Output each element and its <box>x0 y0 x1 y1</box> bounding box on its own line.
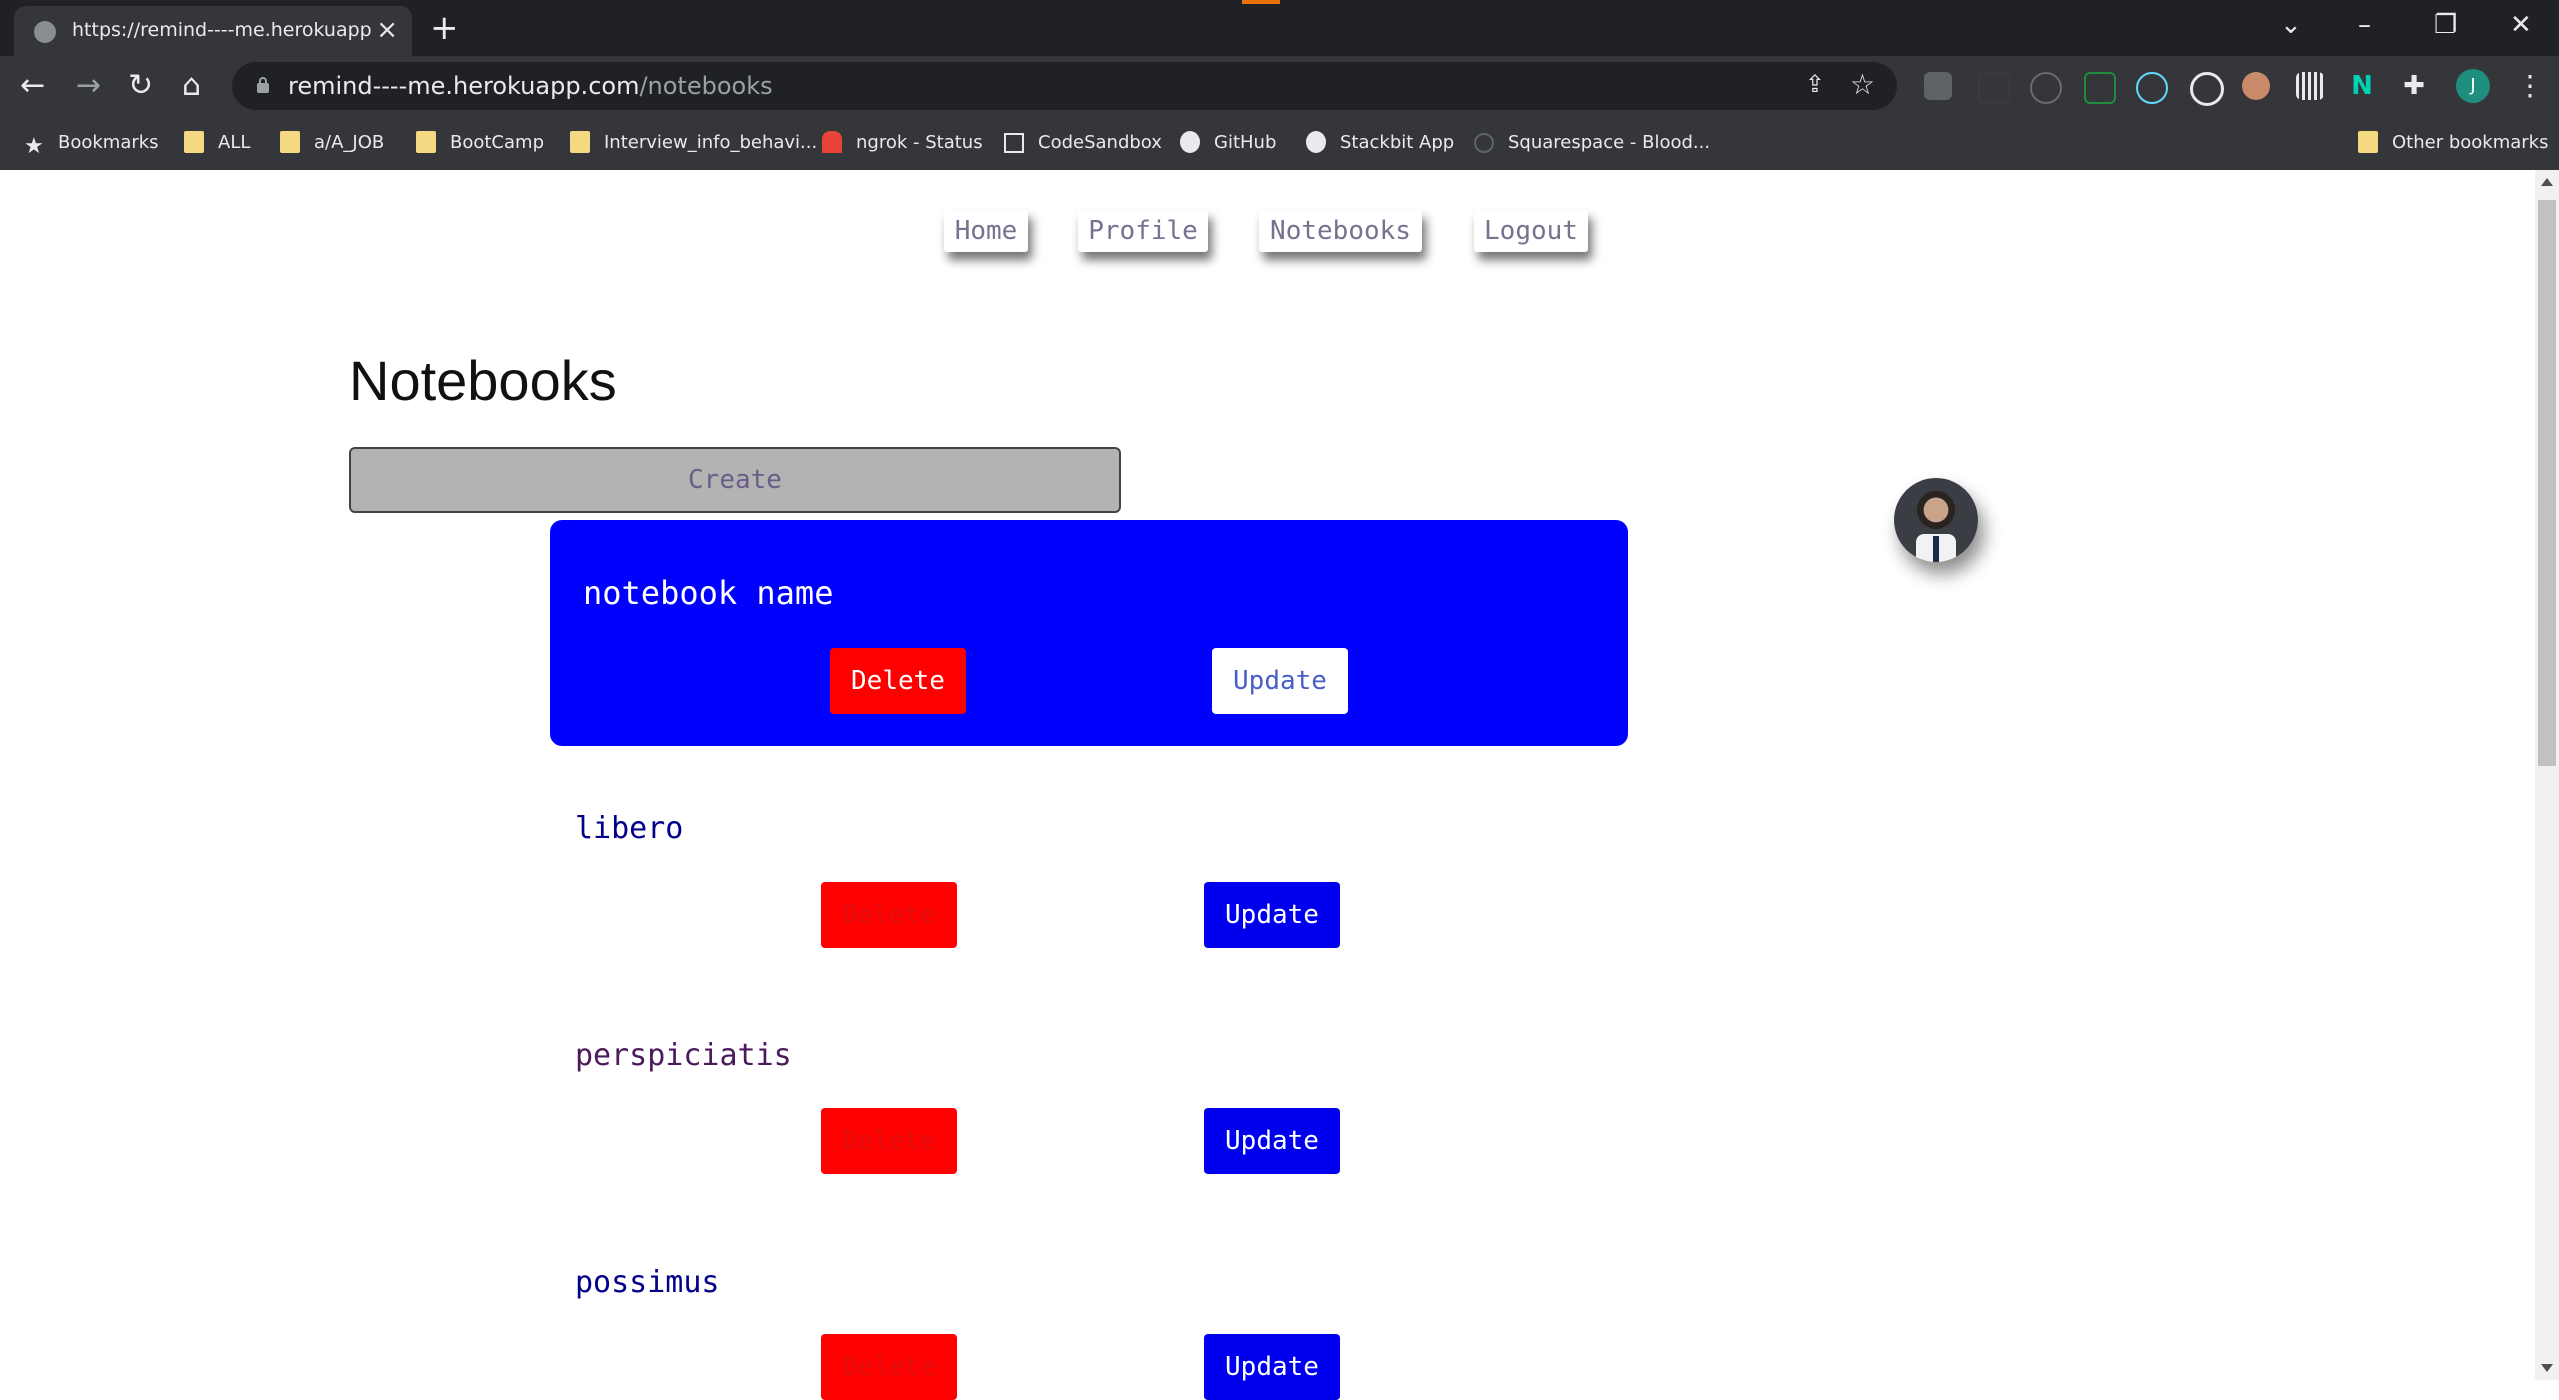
bookmark-label: ALL <box>218 132 251 153</box>
bookmark-label: Squarespace - Blood... <box>1508 132 1711 153</box>
bookmark-label: Bookmarks <box>58 132 159 153</box>
scrollbar-thumb[interactable] <box>2538 200 2556 766</box>
bookmark-item[interactable]: GitHub <box>1180 128 1276 158</box>
lock-icon <box>257 77 269 93</box>
bookmark-star-icon[interactable]: ☆ <box>1850 68 1875 101</box>
folder-icon <box>570 131 590 153</box>
bookmark-label: Stackbit App <box>1340 132 1455 153</box>
tab-strip: https://remind----me.herokuapp.com × + ⌄… <box>0 0 2559 56</box>
extension-icon[interactable] <box>2296 72 2324 100</box>
menu-icon[interactable]: ⋮ <box>2516 66 2544 106</box>
page-content: Home Profile Notebooks Logout Notebooks … <box>0 170 2535 1400</box>
delete-button[interactable]: Delete <box>830 648 966 714</box>
close-window-button[interactable]: ✕ <box>2510 8 2532 42</box>
bookmark-label: a/A_JOB <box>314 132 385 153</box>
nav-profile[interactable]: Profile <box>1078 210 1208 252</box>
notebook-name[interactable]: possimus <box>575 1265 720 1300</box>
bookmark-item[interactable]: Interview_info_behavi... <box>570 128 817 158</box>
other-bookmarks[interactable]: Other bookmarks <box>2358 128 2548 158</box>
extension-icon[interactable] <box>2084 72 2116 104</box>
share-icon[interactable]: ⇪ <box>1805 70 1825 98</box>
forward-button[interactable]: → <box>76 66 101 106</box>
folder-icon <box>416 131 436 153</box>
browser-toolbar: ← → ↻ ⌂ remind----me.herokuapp.com/noteb… <box>0 56 2559 116</box>
notebook-name[interactable]: perspiciatis <box>575 1038 792 1073</box>
address-bar[interactable]: remind----me.herokuapp.com/notebooks ⇪ ☆ <box>232 62 1897 110</box>
new-tab-button[interactable]: + <box>430 8 459 48</box>
ngrok-icon <box>822 131 842 153</box>
star-icon: ★ <box>24 134 44 159</box>
squarespace-icon <box>1474 133 1494 153</box>
nav-home[interactable]: Home <box>944 210 1028 252</box>
new-notebook-name: notebook name <box>583 574 834 612</box>
delete-button[interactable]: Delete <box>821 882 957 948</box>
back-button[interactable]: ← <box>20 66 45 106</box>
react-devtools-icon[interactable] <box>2136 72 2168 104</box>
github-icon <box>1180 131 1200 153</box>
browser-chrome: https://remind----me.herokuapp.com × + ⌄… <box>0 0 2559 171</box>
puzzle-icon[interactable]: ✚ <box>2400 72 2428 100</box>
delete-button[interactable]: Delete <box>821 1108 957 1174</box>
scroll-up-arrow-icon[interactable] <box>2541 178 2553 186</box>
folder-icon <box>184 131 204 153</box>
bookmark-label: ngrok - Status <box>856 132 983 153</box>
bookmark-label: BootCamp <box>450 132 544 153</box>
scrollbar[interactable] <box>2535 170 2559 1380</box>
extension-icon[interactable]: N <box>2348 72 2376 100</box>
update-button[interactable]: Update <box>1204 1108 1340 1174</box>
bookmark-item[interactable]: ngrok - Status <box>822 128 983 158</box>
folder-icon <box>2358 131 2378 153</box>
bookmark-label: Interview_info_behavi... <box>604 132 818 153</box>
nav-notebooks[interactable]: Notebooks <box>1259 210 1422 252</box>
tab-title: https://remind----me.herokuapp.com <box>72 19 372 41</box>
codesandbox-icon <box>1004 133 1024 153</box>
bookmark-item[interactable]: BootCamp <box>416 128 544 158</box>
bookmark-item[interactable]: CodeSandbox <box>1004 128 1162 158</box>
nav-logout[interactable]: Logout <box>1474 210 1588 252</box>
extension-icon[interactable] <box>1924 72 1952 100</box>
scroll-down-arrow-icon[interactable] <box>2541 1364 2553 1372</box>
reload-button[interactable]: ↻ <box>128 66 153 106</box>
close-tab-icon[interactable]: × <box>376 15 398 45</box>
restore-button[interactable]: ❐ <box>2434 8 2457 42</box>
url-text: remind----me.herokuapp.com/notebooks <box>288 72 773 100</box>
bookmark-item[interactable]: a/A_JOB <box>280 128 384 158</box>
bookmark-item[interactable]: ALL <box>184 128 250 158</box>
extension-icon[interactable] <box>2030 72 2062 104</box>
delete-button[interactable]: Delete <box>821 1334 957 1400</box>
browser-tab[interactable]: https://remind----me.herokuapp.com × <box>14 6 412 56</box>
folder-icon <box>280 131 300 153</box>
bookmark-item[interactable]: Stackbit App <box>1306 128 1454 158</box>
page-title: Notebooks <box>349 349 617 412</box>
update-button[interactable]: Update <box>1212 648 1348 714</box>
bookmark-item[interactable]: Squarespace - Blood... <box>1474 128 1710 158</box>
minimize-button[interactable]: – <box>2358 8 2371 42</box>
extension-icon[interactable] <box>2242 72 2270 100</box>
extension-icon[interactable] <box>2190 72 2224 106</box>
bookmarks-bar: ★ Bookmarks ALL a/A_JOB BootCamp Intervie… <box>0 116 2559 171</box>
url-path: /notebooks <box>639 72 773 100</box>
bookmark-label: Other bookmarks <box>2392 132 2549 153</box>
bookmark-item[interactable]: ★ Bookmarks <box>24 128 159 158</box>
update-button[interactable]: Update <box>1204 1334 1340 1400</box>
bookmark-label: CodeSandbox <box>1038 132 1162 153</box>
create-button[interactable]: Create <box>349 447 1121 513</box>
update-button[interactable]: Update <box>1204 882 1340 948</box>
new-notebook-card: notebook name Delete Update <box>550 520 1628 746</box>
tab-indicator <box>1242 0 1280 4</box>
bookmark-label: GitHub <box>1214 132 1277 153</box>
avatar-tie <box>1933 536 1939 562</box>
globe-icon <box>34 21 56 43</box>
stackbit-icon <box>1306 131 1326 153</box>
url-host: remind----me.herokuapp.com <box>288 72 640 100</box>
extension-icon[interactable] <box>1978 72 2010 104</box>
chevron-down-icon[interactable]: ⌄ <box>2280 8 2302 42</box>
profile-avatar[interactable]: J <box>2456 69 2490 103</box>
notebook-name[interactable]: libero <box>575 811 683 846</box>
user-avatar[interactable] <box>1894 478 1978 562</box>
home-icon[interactable]: ⌂ <box>182 66 201 106</box>
